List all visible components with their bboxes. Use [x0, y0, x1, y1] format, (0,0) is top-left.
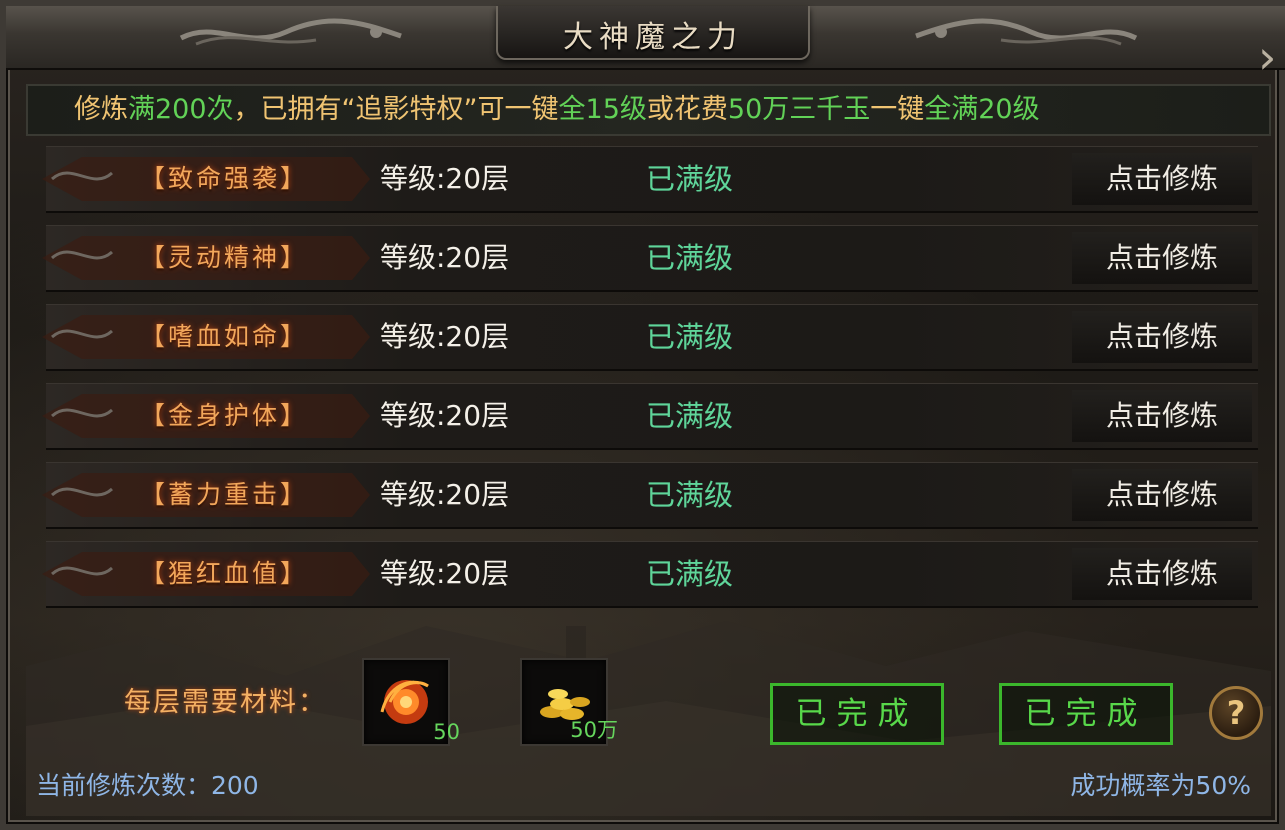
skill-panel: 大神魔之力 › 修炼满200次，已拥有“追影特权”可一键全15级或花费50万三千… [0, 0, 1285, 830]
material-slot[interactable]: 50 [362, 658, 460, 746]
title-bar: 大神魔之力 [6, 6, 1285, 70]
skill-status: 已满级 [646, 162, 734, 196]
next-page-arrow-icon[interactable]: › [1258, 26, 1285, 88]
skill-row: 【金身护体】 等级:20层 已满级 点击修炼 [42, 383, 1258, 450]
skill-name: 【致命强袭】 [139, 164, 308, 193]
skill-name: 【嗜血如命】 [139, 322, 308, 351]
train-button[interactable]: 点击修炼 [1072, 548, 1252, 600]
completed-button-2[interactable]: 已完成 [999, 683, 1173, 745]
skill-level: 等级:20层 [380, 162, 510, 195]
train-button[interactable]: 点击修炼 [1072, 232, 1252, 284]
skill-row: 【灵动精神】 等级:20层 已满级 点击修炼 [42, 225, 1258, 292]
skill-row: 【蓄力重击】 等级:20层 已满级 点击修炼 [42, 462, 1258, 529]
skill-level: 等级:20层 [380, 320, 510, 353]
completed-button-1[interactable]: 已完成 [770, 683, 944, 745]
notice-segment: 一键 [870, 94, 925, 125]
title-plate: 大神魔之力 [496, 6, 810, 60]
current-train-count: 当前修炼次数：200 [36, 771, 259, 800]
materials-label: 每层需要材料： [124, 687, 327, 718]
notice-segment: 全满20级 [924, 94, 1040, 125]
material-count: 50万 [570, 718, 618, 742]
notice-segment: 修炼 [74, 94, 128, 125]
material-count: 50 [433, 720, 460, 744]
skill-name: 【灵动精神】 [139, 243, 308, 272]
privilege-notice: 修炼满200次，已拥有“追影特权”可一键全15级或花费50万三千玉一键全满20级 [26, 84, 1271, 136]
skill-row: 【嗜血如命】 等级:20层 已满级 点击修炼 [42, 304, 1258, 371]
skill-status: 已满级 [646, 241, 734, 275]
notice-segment: 50万三千玉 [727, 94, 871, 125]
train-button[interactable]: 点击修炼 [1072, 311, 1252, 363]
right-dragon-ornament [915, 18, 1138, 46]
skill-status: 已满级 [646, 320, 734, 354]
skill-status: 已满级 [646, 478, 734, 512]
notice-segment: 或花费 [646, 94, 728, 125]
left-dragon-ornament [179, 18, 402, 46]
skill-level: 等级:20层 [380, 241, 510, 274]
skill-status: 已满级 [646, 557, 734, 591]
skill-name: 【金身护体】 [139, 401, 308, 430]
train-button[interactable]: 点击修炼 [1072, 153, 1252, 205]
skill-name: 【猩红血值】 [139, 559, 308, 588]
skill-name: 【蓄力重击】 [139, 480, 308, 509]
panel-title: 大神魔之力 [563, 20, 743, 55]
notice-segment: 满200次 [128, 94, 234, 125]
skill-level: 等级:20层 [380, 478, 510, 511]
skill-status: 已满级 [646, 399, 734, 433]
skill-row: 【猩红血值】 等级:20层 已满级 点击修炼 [42, 541, 1258, 608]
notice-segment: ，已拥有“追影特权”可一键 [233, 94, 559, 125]
train-button[interactable]: 点击修炼 [1072, 469, 1252, 521]
fire-orb-icon [380, 680, 429, 724]
train-button[interactable]: 点击修炼 [1072, 390, 1252, 442]
skill-row: 【致命强袭】 等级:20层 已满级 点击修炼 [42, 146, 1258, 213]
notice-segment: 全15级 [558, 94, 647, 125]
success-rate: 成功概率为50% [1070, 771, 1251, 800]
material-slot[interactable]: 50万 [520, 658, 618, 746]
skill-level: 等级:20层 [380, 557, 510, 590]
help-icon[interactable]: ? [1209, 686, 1263, 740]
skill-level: 等级:20层 [380, 399, 510, 432]
